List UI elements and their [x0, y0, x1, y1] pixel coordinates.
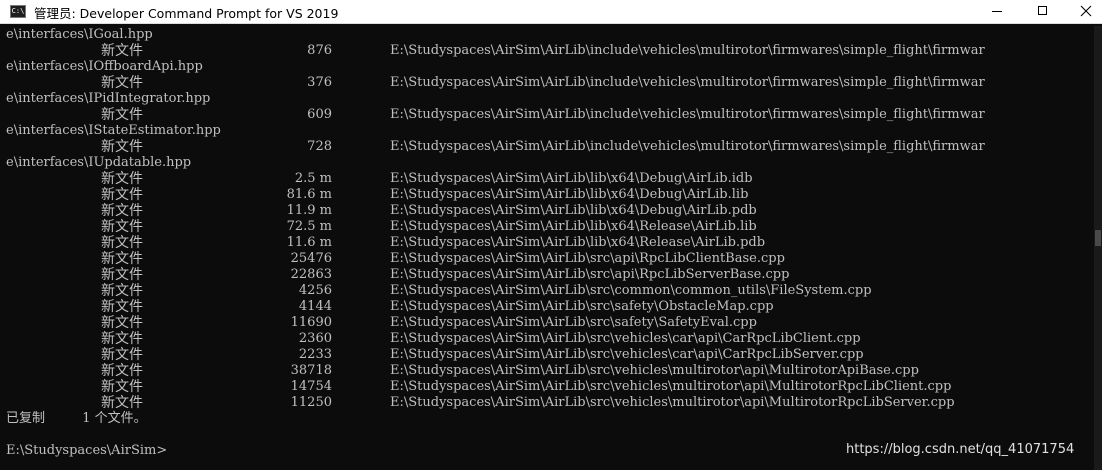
file-status: 新文件 [101, 43, 143, 59]
file-size: 11.9 m [286, 203, 332, 218]
file-path: E:\Studyspaces\AirSim\AirLib\src\safety\… [390, 299, 774, 314]
file-status: 新文件 [101, 267, 143, 283]
console-line: e\interfaces\IUpdatable.hpp [6, 155, 192, 170]
file-size: 876 [307, 43, 332, 58]
file-size: 81.6 m [286, 187, 332, 202]
window-title: 管理员: Developer Command Prompt for VS 201… [34, 6, 339, 21]
file-status: 新文件 [101, 379, 143, 395]
file-status: 新文件 [101, 251, 143, 267]
file-path: E:\Studyspaces\AirSim\AirLib\include\veh… [390, 139, 985, 154]
close-button[interactable] [1063, 0, 1102, 23]
file-path: E:\Studyspaces\AirSim\AirLib\lib\x64\Rel… [390, 219, 757, 234]
file-path: E:\Studyspaces\AirSim\AirLib\lib\x64\Deb… [390, 203, 757, 218]
file-status: 新文件 [101, 75, 143, 91]
minimize-button[interactable] [974, 0, 1020, 23]
file-path: E:\Studyspaces\AirSim\AirLib\src\api\Rpc… [390, 267, 790, 282]
file-status: 新文件 [101, 315, 143, 331]
console-line: e\interfaces\IStateEstimator.hpp [6, 123, 221, 138]
file-status: 新文件 [101, 347, 143, 363]
file-size: 11690 [290, 315, 332, 330]
file-path: E:\Studyspaces\AirSim\AirLib\lib\x64\Deb… [390, 171, 753, 186]
console-line: 已复制 1 个文件。 [6, 411, 147, 426]
file-size: 2360 [298, 331, 332, 346]
file-size: 4144 [298, 299, 332, 314]
watermark-text: https://blog.csdn.net/qq_41071754 [846, 442, 1075, 457]
file-status: 新文件 [101, 139, 143, 155]
file-size: 2233 [298, 347, 332, 362]
console-line: e\interfaces\IGoal.hpp [6, 27, 153, 42]
file-status: 新文件 [101, 283, 143, 299]
file-path: E:\Studyspaces\AirSim\AirLib\src\api\Rpc… [390, 251, 785, 266]
cmd-icon[interactable]: C:\ [10, 5, 26, 18]
file-path: E:\Studyspaces\AirSim\AirLib\include\veh… [390, 43, 985, 58]
file-size: 72.5 m [286, 219, 332, 234]
file-path: E:\Studyspaces\AirSim\AirLib\include\veh… [390, 75, 985, 90]
maximize-icon [1038, 6, 1047, 15]
file-status: 新文件 [101, 219, 143, 235]
maximize-button[interactable] [1020, 0, 1066, 23]
vertical-scrollbar[interactable] [1094, 26, 1102, 470]
close-icon [1080, 5, 1092, 17]
console-line: e\interfaces\IPidIntegrator.hpp [6, 91, 211, 106]
file-path: E:\Studyspaces\AirSim\AirLib\lib\x64\Deb… [390, 187, 749, 202]
file-size: 376 [307, 75, 332, 90]
file-size: 2.5 m [294, 171, 332, 186]
file-size: 25476 [290, 251, 332, 266]
file-status: 新文件 [101, 331, 143, 347]
file-path: E:\Studyspaces\AirSim\AirLib\lib\x64\Rel… [390, 235, 766, 250]
console-output[interactable]: e\interfaces\IGoal.hpp 新文件 876 E:\Studyspac… [0, 26, 1094, 470]
file-path: E:\Studyspaces\AirSim\AirLib\include\veh… [390, 107, 985, 122]
file-status: 新文件 [101, 203, 143, 219]
file-status: 新文件 [101, 395, 143, 411]
file-status: 新文件 [101, 363, 143, 379]
file-size: 14754 [290, 379, 332, 394]
console-line: e\interfaces\IOffboardApi.hpp [6, 59, 203, 74]
file-size: 609 [307, 107, 332, 122]
file-size: 728 [307, 139, 332, 154]
file-status: 新文件 [101, 107, 143, 123]
file-path: E:\Studyspaces\AirSim\AirLib\src\vehicle… [390, 331, 861, 346]
file-size: 22863 [290, 267, 332, 282]
file-path: E:\Studyspaces\AirSim\AirLib\src\common\… [390, 283, 872, 298]
file-status: 新文件 [101, 171, 143, 187]
file-path: E:\Studyspaces\AirSim\AirLib\src\vehicle… [390, 379, 952, 394]
file-path: E:\Studyspaces\AirSim\AirLib\src\safety\… [390, 315, 757, 330]
command-prompt[interactable]: E:\Studyspaces\AirSim> [6, 443, 167, 459]
file-path: E:\Studyspaces\AirSim\AirLib\src\vehicle… [390, 395, 955, 410]
file-status: 新文件 [101, 235, 143, 251]
minimize-icon [992, 11, 1002, 12]
file-status: 新文件 [101, 299, 143, 315]
file-size: 4256 [298, 283, 332, 298]
title-bar[interactable]: C:\ 管理员: Developer Command Prompt for VS… [0, 0, 1102, 24]
scrollbar-thumb[interactable] [1095, 230, 1101, 246]
file-path: E:\Studyspaces\AirSim\AirLib\src\vehicle… [390, 347, 864, 362]
file-size: 38718 [290, 363, 332, 378]
file-size: 11250 [290, 395, 332, 410]
command-prompt-window: C:\ 管理员: Developer Command Prompt for VS… [0, 0, 1102, 470]
file-status: 新文件 [101, 187, 143, 203]
file-size: 11.6 m [286, 235, 332, 250]
file-path: E:\Studyspaces\AirSim\AirLib\src\vehicle… [390, 363, 919, 378]
